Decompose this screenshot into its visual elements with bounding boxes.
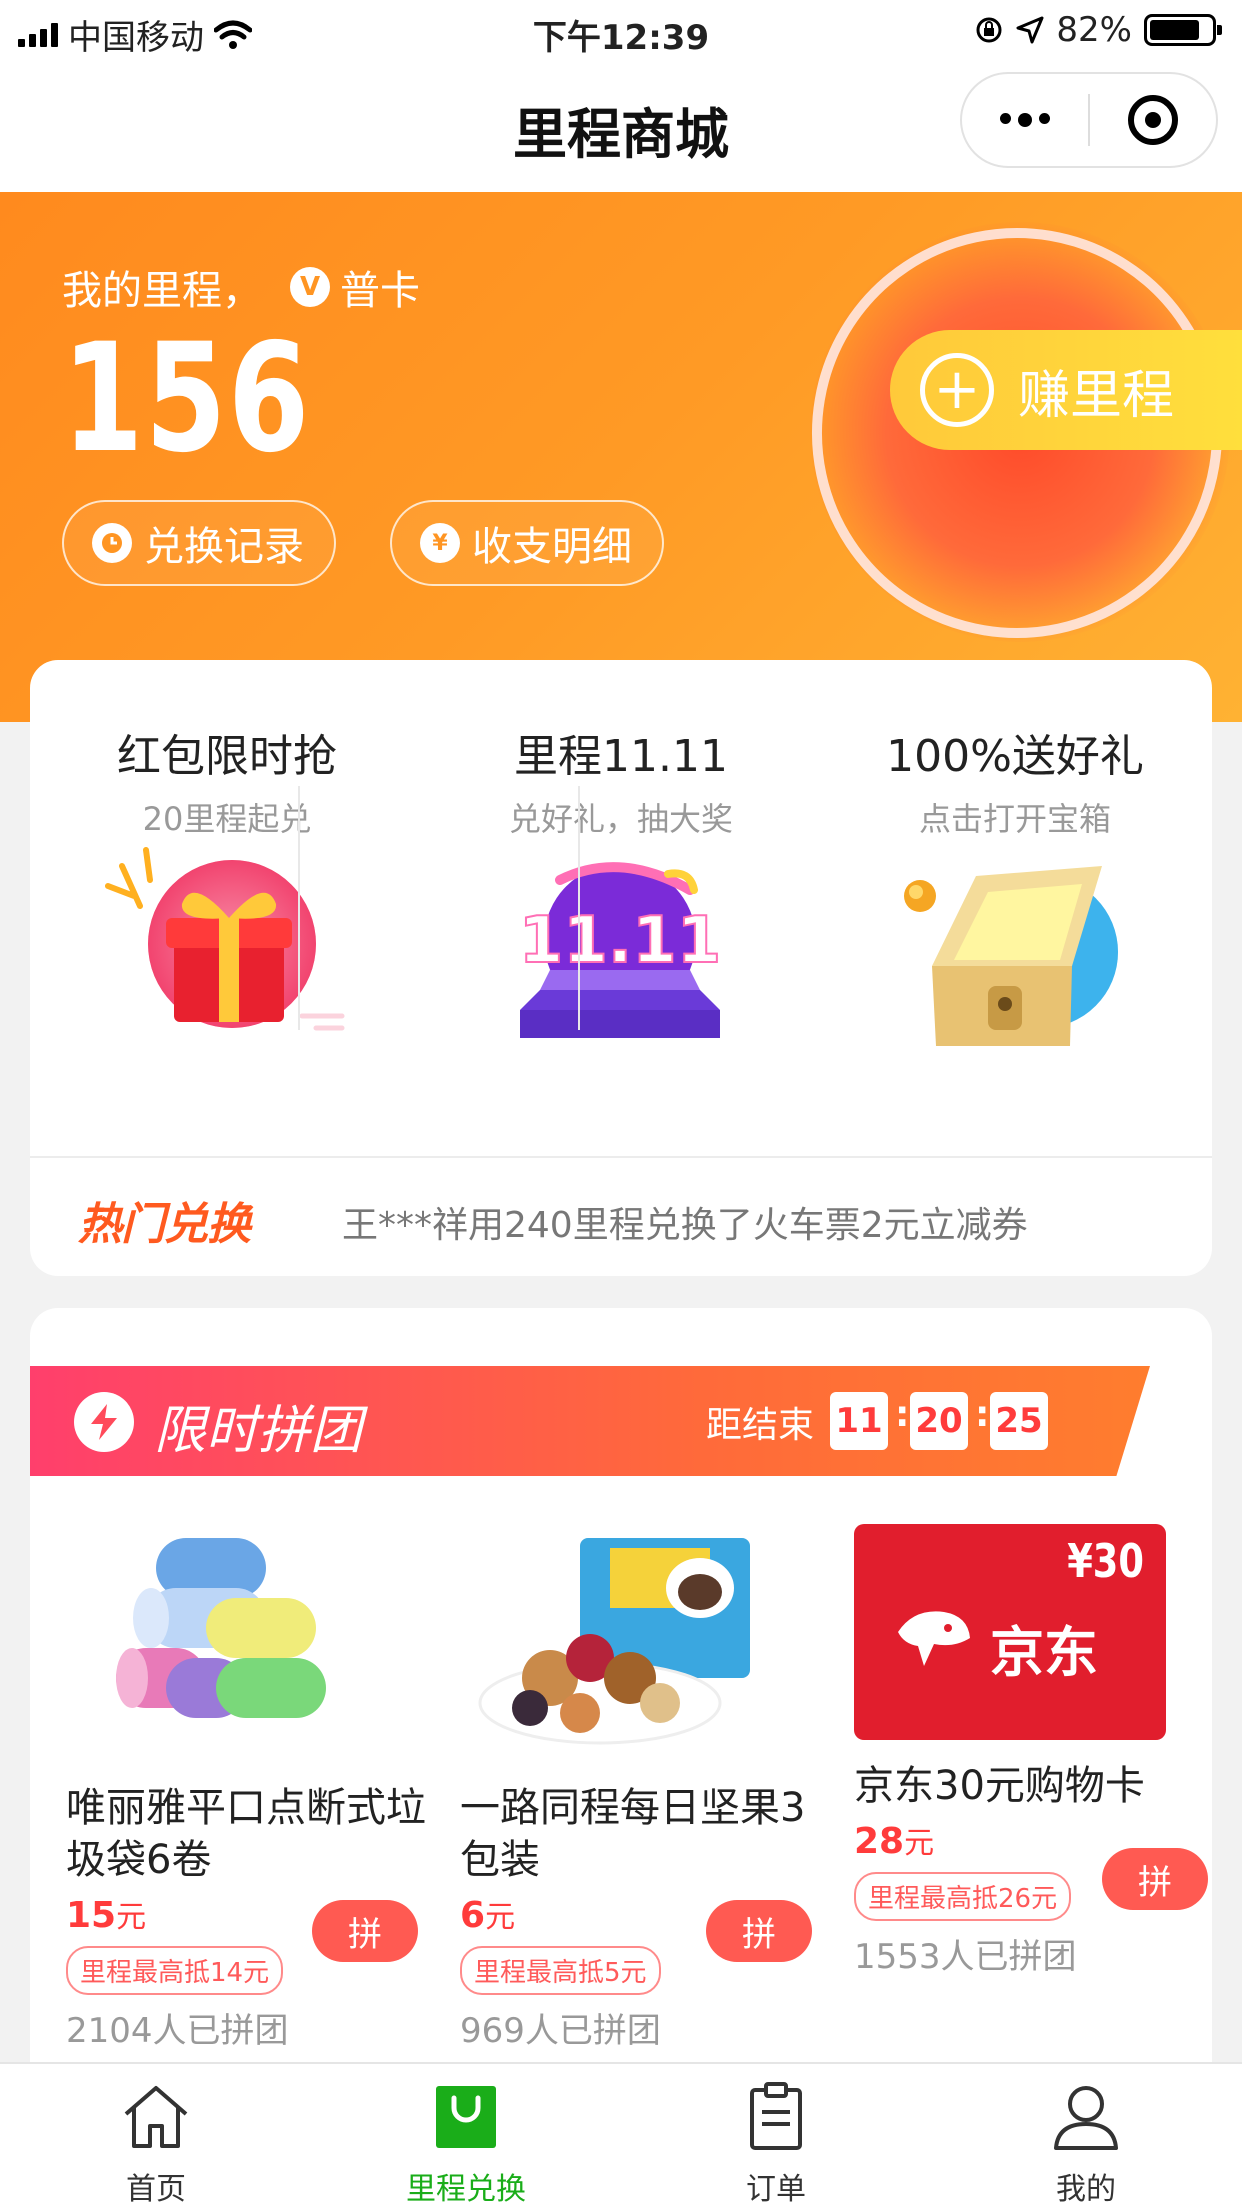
tab-mileage-exchange[interactable]: 里程兑换 xyxy=(366,2080,566,2208)
clipboard-icon xyxy=(750,2082,802,2150)
mileage-deduct-tag: 里程最高抵26元 xyxy=(854,1872,1072,1921)
more-dots-icon xyxy=(1000,113,1050,127)
countdown-hours: 11 xyxy=(830,1392,888,1450)
group-buy-button[interactable]: 拼 xyxy=(706,1900,812,1962)
earn-mileage-button[interactable]: + 赚里程 xyxy=(890,330,1242,450)
mileage-deduct-tag: 里程最高抵5元 xyxy=(460,1946,661,1995)
price-unit: 元 xyxy=(904,1826,935,1861)
earn-mileage-label: 赚里程 xyxy=(1018,365,1175,426)
group-buy-card: 限时拼团 距结束 11 : 20 : 25 唯丽雅平口点断式垃圾袋6卷 15元 … xyxy=(30,1308,1212,2108)
joined-count: 969人已拼团 xyxy=(460,2011,661,2051)
promo-card: 红包限时抢 20里程起兑 里程11.11 兑好礼，抽大奖 11.11 100%送… xyxy=(30,660,1212,1276)
gift-box-icon xyxy=(105,847,345,1031)
tab-label: 里程兑换 xyxy=(406,2172,526,2207)
jd-dog-logo-icon xyxy=(898,1611,970,1666)
mileage-hero: 我的里程， V 普卡 156 兑换记录 ¥ 收支明细 + 赚里程 xyxy=(0,189,1242,722)
home-icon xyxy=(124,2086,188,2148)
exchange-record-label: 兑换记录 xyxy=(144,524,304,570)
product-name: 一路同程每日坚果3包装 xyxy=(460,1785,806,1883)
bottom-tab-bar: 首页 里程兑换 订单 我的 xyxy=(0,2062,1242,2208)
promo-red-packet[interactable]: 红包限时抢 20里程起兑 xyxy=(30,720,424,840)
group-buy-banner: 限时拼团 距结束 11 : 20 : 25 xyxy=(30,1366,1150,1476)
price-value: 6 xyxy=(460,1895,486,1936)
battery-icon xyxy=(1144,14,1222,46)
jd-gift-card-image: ¥30 京东 xyxy=(854,1524,1166,1740)
group-buy-button[interactable]: 拼 xyxy=(312,1900,418,1962)
promo-treasure[interactable]: 100%送好礼 点击打开宝箱 xyxy=(818,720,1212,840)
battery-percent: 82% xyxy=(1056,10,1132,50)
mileage-balance: 156 xyxy=(62,312,311,486)
product-name: 京东30元购物卡 xyxy=(854,1763,1145,1809)
product-name: 唯丽雅平口点断式垃圾袋6卷 xyxy=(66,1785,426,1883)
countdown-colon: : xyxy=(895,1394,910,1435)
target-close-icon xyxy=(1127,95,1178,145)
tab-mine[interactable]: 我的 xyxy=(986,2080,1186,2208)
group-buy-title: 限时拼团 xyxy=(154,1401,363,1461)
income-expense-label: 收支明细 xyxy=(472,524,632,570)
clock-icon xyxy=(92,523,132,563)
promo-divider xyxy=(298,786,300,1030)
status-right: 82% xyxy=(974,10,1222,50)
product-card-jd-card[interactable]: ¥30 京东 京东30元购物卡 28元 拼 里程最高抵26元 1553人已拼团 xyxy=(854,1524,1212,1978)
rotation-lock-icon xyxy=(976,17,1002,43)
mileage-label-row: 我的里程， V 普卡 xyxy=(62,258,420,316)
joined-count: 1553人已拼团 xyxy=(854,1937,1077,1977)
location-arrow-icon xyxy=(1016,16,1044,44)
tab-label: 首页 xyxy=(126,2172,186,2207)
plus-icon: + xyxy=(920,353,994,427)
promo-subtitle: 20里程起兑 xyxy=(142,800,312,838)
promo-title: 里程11.11 xyxy=(514,731,728,782)
mileage-deduct-tag: 里程最高抵14元 xyxy=(66,1946,284,1995)
countdown-colon: : xyxy=(975,1394,990,1435)
member-level: 普卡 xyxy=(340,268,420,314)
promo-subtitle: 点击打开宝箱 xyxy=(918,800,1111,838)
tab-home[interactable]: 首页 xyxy=(56,2080,256,2208)
treasure-chest-icon xyxy=(904,866,1118,1046)
exchange-record-button[interactable]: 兑换记录 xyxy=(62,500,336,586)
promo-double-eleven[interactable]: 里程11.11 兑好礼，抽大奖 xyxy=(424,720,818,840)
more-button[interactable] xyxy=(962,72,1088,168)
double-eleven-art-text: 11.11 xyxy=(519,904,721,978)
status-bar: 中国移动 下午12:39 82% xyxy=(0,0,1242,62)
tab-orders[interactable]: 订单 xyxy=(676,2080,876,2208)
group-buy-button[interactable]: 拼 xyxy=(1102,1848,1208,1910)
countdown-seconds: 25 xyxy=(990,1392,1048,1450)
card-brand: 京东 xyxy=(990,1621,1098,1684)
navigation-bar: 里程商城 xyxy=(0,62,1242,192)
hot-divider xyxy=(30,1156,1212,1158)
product-card-trash-bags[interactable]: 唯丽雅平口点断式垃圾袋6卷 15元 拼 里程最高抵14元 2104人已拼团 xyxy=(66,1528,426,2052)
mini-program-capsule xyxy=(960,72,1218,168)
promo-divider xyxy=(578,786,580,1030)
price-value: 28 xyxy=(854,1821,905,1862)
price-value: 15 xyxy=(66,1895,117,1936)
user-icon xyxy=(1054,2086,1118,2150)
hot-exchange-ticker[interactable]: 王***祥用240里程兑换了火车票2元立减券 xyxy=(342,1196,1028,1248)
tab-label: 订单 xyxy=(746,2172,806,2207)
yen-icon: ¥ xyxy=(420,523,460,563)
lightning-icon xyxy=(74,1392,134,1452)
my-mileage-label: 我的里程， xyxy=(62,268,262,314)
close-button[interactable] xyxy=(1090,72,1216,168)
shopping-bag-icon xyxy=(436,2086,496,2148)
price-unit: 元 xyxy=(116,1900,147,1935)
double-eleven-icon: 11.11 xyxy=(518,862,722,1038)
income-expense-button[interactable]: ¥ 收支明细 xyxy=(390,500,664,586)
promo-subtitle: 兑好礼，抽大奖 xyxy=(508,800,733,838)
trash-bag-rolls-image xyxy=(116,1538,326,1718)
tab-label: 我的 xyxy=(1056,2172,1116,2207)
price-unit: 元 xyxy=(485,1900,516,1935)
countdown-minutes: 20 xyxy=(910,1392,968,1450)
mixed-nuts-image xyxy=(478,1538,750,1745)
card-value: ¥30 xyxy=(1067,1534,1144,1588)
promo-title: 红包限时抢 xyxy=(117,731,337,782)
joined-count: 2104人已拼团 xyxy=(66,2011,289,2051)
promo-title: 100%送好礼 xyxy=(886,731,1144,782)
product-card-nuts[interactable]: 一路同程每日坚果3包装 6元 拼 里程最高抵5元 969人已拼团 xyxy=(460,1528,820,2052)
countdown-label: 距结束 xyxy=(706,1405,815,1446)
hot-exchange-title: 热门兑换 xyxy=(78,1199,251,1250)
member-badge-icon: V xyxy=(290,267,330,307)
